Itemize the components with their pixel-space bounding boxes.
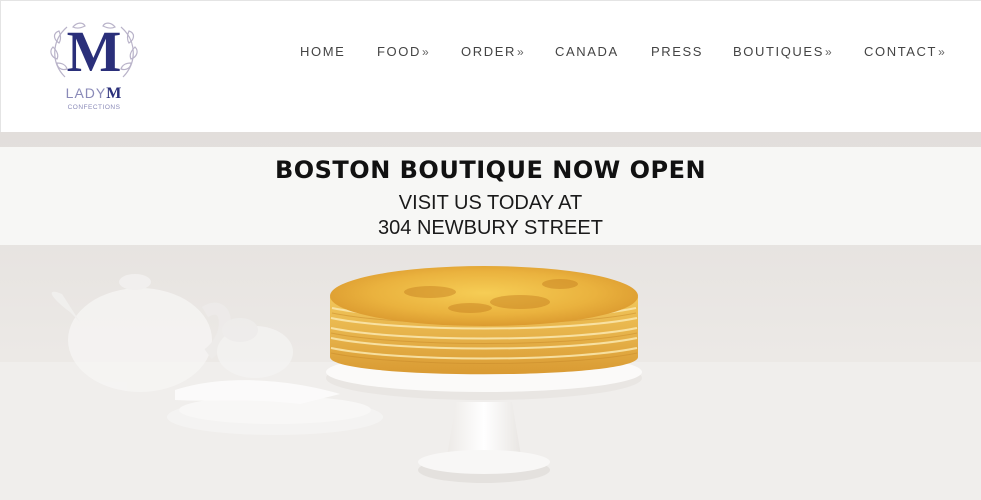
submenu-arrow-icon: » (938, 45, 945, 59)
announcement-line-1: VISIT US TODAY AT (398, 192, 583, 214)
submenu-arrow-icon: » (421, 45, 429, 59)
nav-canada[interactable]: CANADA (555, 44, 619, 59)
monogram-icon: M (50, 19, 138, 84)
nav-order[interactable]: ORDER» (461, 44, 524, 59)
announcement-title: BOSTON BOUTIQUE NOW OPEN (274, 156, 707, 184)
nav-press[interactable]: PRESS (651, 44, 703, 59)
nav-home[interactable]: HOME (300, 44, 345, 59)
brand-tagline: CONFECTIONS (67, 104, 121, 111)
svg-text:M: M (67, 19, 122, 84)
brand-name: LADYM (65, 85, 123, 102)
announcement-address: 304 NEWBURY STREET (378, 217, 603, 239)
nav-boutiques[interactable]: BOUTIQUES» (733, 44, 832, 59)
hero-banner[interactable]: BOSTON BOUTIQUE NOW OPEN VISIT US TODAY … (0, 132, 981, 500)
announcement-banner: BOSTON BOUTIQUE NOW OPEN VISIT US TODAY … (0, 147, 981, 245)
nav-food[interactable]: FOOD» (377, 44, 429, 59)
site-header: M LADYM CONFECTIONS HOME FOOD» ORDER» CA… (0, 0, 981, 132)
brand-logo[interactable]: M LADYM CONFECTIONS (47, 19, 141, 115)
submenu-arrow-icon: » (824, 45, 832, 59)
submenu-arrow-icon: » (516, 45, 524, 59)
nav-contact[interactable]: CONTACT» (864, 44, 945, 59)
